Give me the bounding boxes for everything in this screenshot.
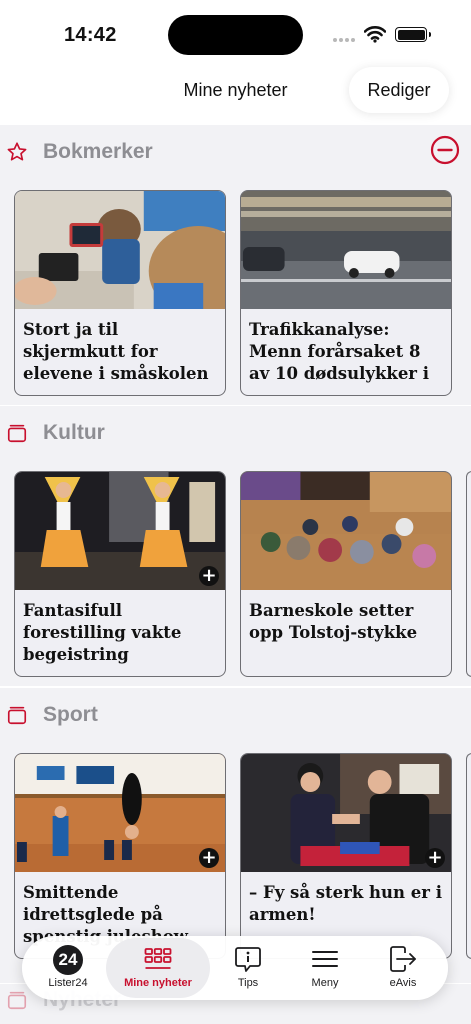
section-header-bokmerker: Bokmerker [0, 125, 471, 180]
article-title: Barneskole setter opp Tolstoj-stykke [249, 601, 418, 642]
edit-button[interactable]: Rediger [349, 67, 449, 113]
article-image [241, 754, 451, 872]
status-bar: 14:42 [0, 0, 471, 64]
article-card[interactable]: + Fantasifull forestilling vakte begeist… [14, 471, 226, 677]
tab-tips[interactable]: Tips [206, 936, 290, 1000]
tab-bar: 24 Lister24 Mine nyheter Tips Meny eAvis [22, 936, 448, 1000]
tab-label: Lister24 [48, 977, 88, 989]
cellular-signal-icon [333, 38, 355, 42]
tab-meny[interactable]: Meny [283, 936, 367, 1000]
exit-arrow-icon [390, 946, 416, 972]
info-bubble-icon [235, 947, 261, 972]
section-label: Kultur [43, 421, 105, 444]
tab-eavis[interactable]: eAvis [361, 936, 445, 1000]
remove-circle-icon[interactable] [430, 135, 460, 165]
article-title: Fantasifull forestilling vakte begeistri… [23, 601, 182, 664]
card-row-bokmerker: Stort ja til skjermkutt for elevene i sm… [0, 180, 471, 405]
article-image [15, 472, 225, 590]
article-image [241, 472, 451, 590]
article-card[interactable]: + – Fy så sterk hun er i armen! [240, 753, 452, 959]
tab-label: Meny [311, 977, 339, 989]
star-icon [7, 142, 27, 161]
tab-label: eAvis [389, 977, 417, 989]
article-title: Trafikkanalyse: Menn forårsaket 8 av 10 … [249, 320, 430, 383]
status-time: 14:42 [64, 24, 117, 46]
section-label: Bokmerker [43, 140, 153, 163]
grid-icon [144, 948, 172, 969]
next-card-peek[interactable] [466, 753, 471, 959]
section-label: Sport [43, 703, 98, 726]
article-card[interactable]: Trafikkanalyse: Menn forårsaket 8 av 10 … [240, 190, 452, 396]
article-title: Stort ja til skjermkutt for elevene i sm… [23, 320, 209, 383]
add-plus-icon[interactable]: + [425, 848, 445, 868]
tab-label: Mine nyheter [124, 977, 192, 989]
article-image [15, 191, 225, 309]
article-image [241, 191, 451, 309]
tab-label: Tips [237, 977, 259, 989]
tab-mine-nyheter[interactable]: Mine nyheter [106, 938, 210, 998]
card-row-kultur: + Fantasifull forestilling vakte begeist… [0, 461, 471, 686]
24-badge-icon: 24 [53, 945, 83, 975]
section-header-sport: Sport [0, 688, 471, 743]
hamburger-menu-icon [312, 951, 338, 967]
article-image [15, 754, 225, 872]
dynamic-island [168, 15, 303, 55]
category-icon [7, 706, 27, 725]
next-card-peek[interactable] [466, 471, 471, 677]
wifi-icon [364, 26, 386, 43]
add-plus-icon[interactable]: + [199, 848, 219, 868]
article-title: – Fy så sterk hun er i armen! [249, 883, 442, 924]
article-card[interactable]: Barneskole setter opp Tolstoj-stykke [240, 471, 452, 677]
section-header-kultur: Kultur [0, 406, 471, 461]
battery-icon [395, 27, 431, 42]
article-card[interactable]: + Smittende idrettsglede på spenstig jul… [14, 753, 226, 959]
tab-lister24[interactable]: 24 Lister24 [26, 936, 110, 1000]
category-icon [7, 991, 27, 1010]
category-icon [7, 424, 27, 443]
article-card[interactable]: Stort ja til skjermkutt for elevene i sm… [14, 190, 226, 396]
add-plus-icon[interactable]: + [199, 566, 219, 586]
